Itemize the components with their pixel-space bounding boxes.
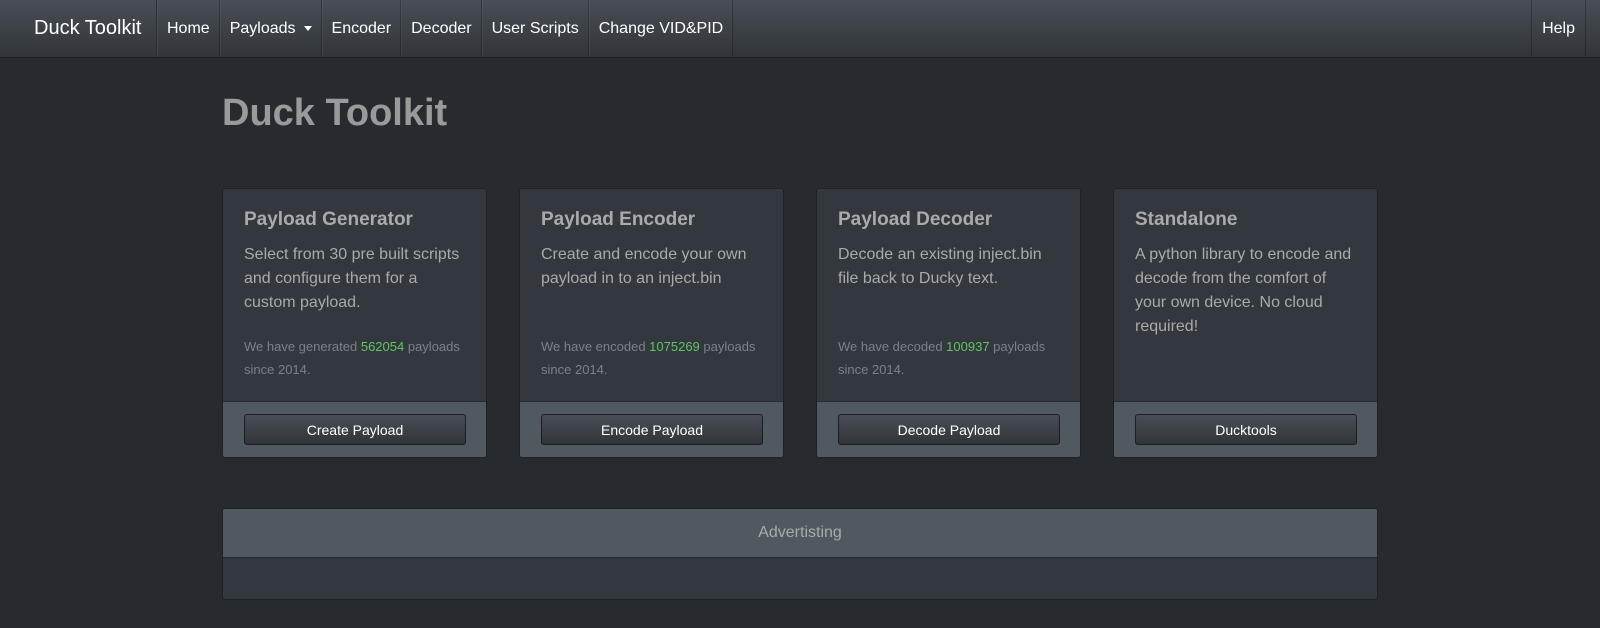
card-body: Payload Decoder Decode an existing injec… [817,189,1080,401]
card-stat: We have generated 562054 payloads since … [244,335,466,381]
stat-prefix: We have generated [244,339,361,354]
nav-item-label: Decoder [411,19,472,37]
card-title: Payload Decoder [838,209,993,230]
navbar: Duck Toolkit Home Payloads Encoder Decod… [0,0,1600,58]
stat-prefix: We have decoded [838,339,947,354]
card-body: Standalone A python library to encode an… [1114,189,1377,401]
card-stat: We have encoded 1075269 payloads since 2… [541,335,763,381]
nav-item-change-vid-pid[interactable]: Change VID&PID [588,0,734,57]
stat-number: 100937 [946,339,990,354]
nav-item-decoder[interactable]: Decoder [401,0,482,57]
card-footer: Ducktools [1114,401,1377,457]
card-payload-encoder: Payload Encoder Create and encode your o… [519,188,784,458]
card-body: Payload Encoder Create and encode your o… [520,189,783,401]
card-text: Create and encode your own payload in to… [541,246,747,287]
nav-item-label: Help [1542,19,1575,37]
nav-item-payloads-dropdown[interactable]: Payloads [219,0,322,57]
card-footer: Decode Payload [817,401,1080,457]
ducktools-button[interactable]: Ducktools [1135,414,1357,445]
card-text: Select from 30 pre built scripts and con… [244,246,460,311]
card-title: Payload Generator [244,209,413,230]
card-stat: We have decoded 100937 payloads since 20… [838,335,1060,381]
card-payload-decoder: Payload Decoder Decode an existing injec… [816,188,1081,458]
card-text: A python library to encode and decode fr… [1135,246,1352,335]
advertising-panel: Advertisting [222,508,1378,600]
card-footer: Encode Payload [520,401,783,457]
stat-prefix: We have encoded [541,339,650,354]
card-text: Decode an existing inject.bin file back … [838,246,1042,287]
card-title: Payload Encoder [541,209,696,230]
feature-cards: Payload Generator Select from 30 pre bui… [222,188,1378,458]
nav-item-label: Change VID&PID [598,19,724,37]
card-payload-generator: Payload Generator Select from 30 pre bui… [222,188,487,458]
nav-item-home[interactable]: Home [157,0,220,57]
stat-number: 1075269 [649,339,700,354]
nav-item-label: User Scripts [491,19,579,37]
nav-item-help[interactable]: Help [1531,0,1586,57]
navbar-brand[interactable]: Duck Toolkit [0,0,157,57]
caret-down-icon [303,26,312,31]
advertising-heading: Advertisting [223,509,1377,558]
card-title: Standalone [1135,209,1238,230]
stat-number: 562054 [360,339,405,354]
decode-payload-button[interactable]: Decode Payload [838,414,1060,445]
nav-item-label: Payloads [229,19,296,37]
nav-item-user-scripts[interactable]: User Scripts [481,0,589,57]
card-standalone: Standalone A python library to encode an… [1113,188,1378,458]
card-body: Payload Generator Select from 30 pre bui… [223,189,486,401]
nav-item-encoder[interactable]: Encoder [321,0,402,57]
nav-item-label: Encoder [331,19,392,37]
card-footer: Create Payload [223,401,486,457]
page-title: Duck Toolkit [222,92,448,134]
encode-payload-button[interactable]: Encode Payload [541,414,763,445]
nav-item-label: Home [167,19,210,37]
create-payload-button[interactable]: Create Payload [244,414,466,445]
